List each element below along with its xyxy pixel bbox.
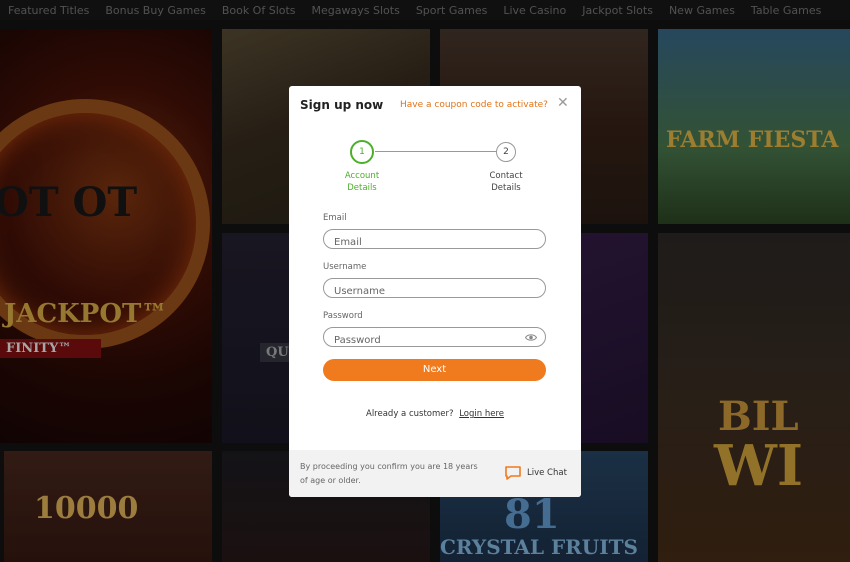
step-connector [375, 151, 498, 152]
password-field-wrapper [323, 327, 546, 350]
step-1-label: Account Details [327, 170, 397, 194]
live-chat-button[interactable]: Live Chat [505, 466, 567, 480]
step-2-label-line1: Contact [489, 171, 523, 181]
login-prompt: Already a customer? Login here [289, 409, 581, 419]
step-1-indicator: 1 [350, 140, 374, 164]
modal-footer: By proceeding you confirm you are 18 yea… [289, 450, 581, 497]
step-1-label-line2: Details [347, 183, 377, 193]
next-button[interactable]: Next [323, 359, 546, 381]
chat-icon [505, 466, 521, 480]
email-field-wrapper [323, 229, 546, 252]
password-label: Password [323, 311, 363, 321]
step-1-label-line1: Account [344, 171, 380, 181]
modal-header: Sign up now Have a coupon code to activa… [289, 86, 581, 126]
username-label: Username [323, 262, 367, 272]
age-disclaimer: By proceeding you confirm you are 18 yea… [300, 462, 478, 485]
step-2-label: Contact Details [471, 170, 541, 194]
close-icon[interactable]: ✕ [557, 96, 569, 110]
coupon-link[interactable]: Have a coupon code to activate? [400, 100, 548, 110]
step-2-indicator: 2 [496, 142, 516, 162]
modal-title: Sign up now [300, 98, 384, 112]
signup-steps: 1 2 Account Details Contact Details [289, 140, 581, 200]
signup-modal: Sign up now Have a coupon code to activa… [289, 86, 581, 497]
casino-page: Featured Titles Bonus Buy Games Book Of … [0, 0, 850, 562]
step-2-label-line2: Details [491, 183, 521, 193]
password-field[interactable] [324, 331, 545, 350]
email-field[interactable] [324, 233, 545, 252]
live-chat-label: Live Chat [527, 468, 567, 478]
already-customer-text: Already a customer? [366, 409, 454, 419]
eye-icon[interactable] [525, 333, 537, 342]
username-field-wrapper [323, 278, 546, 301]
username-field[interactable] [324, 282, 545, 301]
email-label: Email [323, 213, 347, 223]
login-link[interactable]: Login here [459, 409, 504, 419]
